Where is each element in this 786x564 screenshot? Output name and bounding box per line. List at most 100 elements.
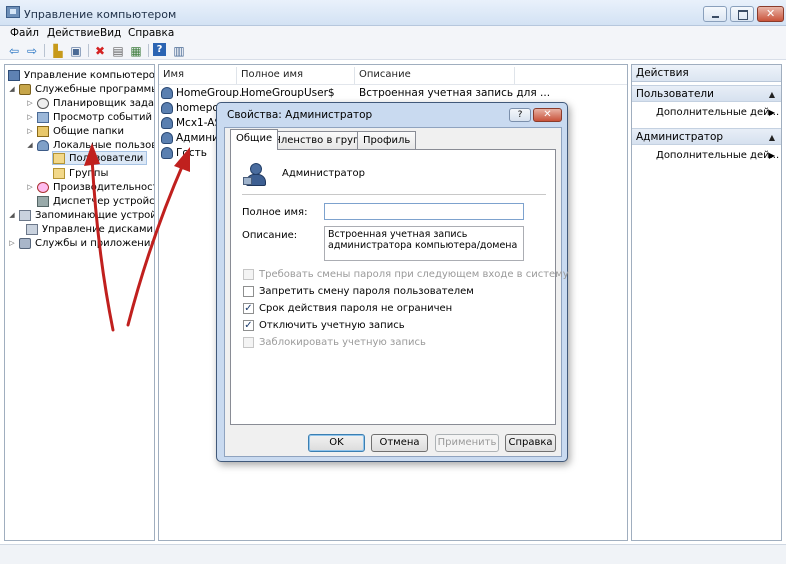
maximize-button[interactable] <box>730 6 754 22</box>
user-name-heading: Администратор <box>282 168 365 179</box>
tools-icon <box>19 83 31 95</box>
checkbox-box <box>243 269 254 280</box>
expand-toggle-icon[interactable]: ▷ <box>26 127 34 135</box>
submenu-arrow-icon: ▶ <box>768 151 775 160</box>
ok-button[interactable]: OK <box>308 434 365 452</box>
menu-action[interactable]: Действие <box>47 27 100 39</box>
delete-icon[interactable]: ✖ <box>92 43 108 58</box>
close-button[interactable] <box>757 6 784 22</box>
actions-header: Действия <box>632 65 781 82</box>
description-field[interactable]: Встроенная учетная запись администратора… <box>324 226 524 261</box>
tree-item-computer-management[interactable]: Управление компьютером (л <box>8 68 154 82</box>
tree-item-local-users[interactable]: ◢ Локальные пользовате <box>26 138 154 152</box>
cancel-button[interactable]: Отмена <box>371 434 428 452</box>
help-button[interactable]: Справка <box>505 434 556 452</box>
collapse-icon[interactable]: ▲ <box>769 90 775 99</box>
submenu-arrow-icon: ▶ <box>768 108 775 117</box>
dialog-help-button[interactable]: ? <box>509 108 531 122</box>
expand-toggle-icon[interactable]: ▷ <box>26 99 34 107</box>
expand-toggle-icon[interactable]: ▷ <box>8 239 16 247</box>
checkbox-box <box>243 337 254 348</box>
tree-item-system-tools[interactable]: ◢ Служебные программы <box>8 82 154 96</box>
tree-item-users[interactable]: Пользователи <box>52 151 148 165</box>
toolbar-separator <box>88 44 89 57</box>
expand-toggle-icon[interactable]: ▷ <box>26 113 34 121</box>
list-item[interactable]: homepc <box>161 101 218 115</box>
tree-item-services-apps[interactable]: ▷ Службы и приложения <box>8 236 154 250</box>
tab-general[interactable]: Общие <box>230 129 279 150</box>
back-arrow-icon[interactable]: ⇦ <box>6 43 22 58</box>
collapse-icon[interactable]: ▲ <box>769 133 775 142</box>
expand-toggle-icon[interactable]: ◢ <box>8 85 16 93</box>
minimize-button[interactable] <box>703 6 727 22</box>
menu-help[interactable]: Справка <box>128 27 174 39</box>
list-cell-fullname: HomeGroupUser$ <box>241 87 335 99</box>
description-label: Описание: <box>242 230 298 241</box>
properties-icon[interactable]: ▤ <box>110 43 126 58</box>
dialog-body: Общие Членство в группах Профиль Админис… <box>224 127 569 457</box>
actions-section-users[interactable]: Пользователи ▲ <box>632 85 781 102</box>
properties-dialog: Свойства: Администратор ? ✕ Общие Членст… <box>216 102 569 462</box>
user-icon <box>161 102 173 114</box>
computer-management-icon <box>6 6 20 18</box>
menu-view[interactable]: Вид <box>100 27 121 39</box>
tree-item-disk-management[interactable]: Управление дисками <box>26 222 153 236</box>
dialog-close-button[interactable]: ✕ <box>533 108 562 122</box>
user-icon <box>161 132 173 144</box>
performance-icon <box>37 181 49 193</box>
tree-item-storage[interactable]: ◢ Запоминающие устройст <box>8 208 154 222</box>
column-header-description[interactable]: Описание <box>355 67 515 84</box>
tab-profile[interactable]: Профиль <box>357 131 417 149</box>
folder-icon <box>53 152 65 164</box>
checkbox-box <box>243 286 254 297</box>
require-password-change-checkbox[interactable]: Требовать смены пароля при следующем вхо… <box>243 268 569 281</box>
tree-item-groups[interactable]: Группы <box>53 166 108 180</box>
expand-toggle-icon[interactable]: ◢ <box>26 141 34 149</box>
account-locked-checkbox[interactable]: Заблокировать учетную запись <box>243 336 426 349</box>
user-account-icon <box>243 163 267 187</box>
storage-icon <box>19 209 31 221</box>
tree-item-task-scheduler[interactable]: ▷ Планировщик заданий <box>26 96 154 110</box>
apply-button[interactable]: Применить <box>435 434 499 452</box>
list-item[interactable]: HomeGroup... <box>161 86 249 100</box>
more-actions-users[interactable]: Дополнительные дей... <box>656 107 779 118</box>
prevent-password-change-checkbox[interactable]: Запретить смену пароля пользователем <box>243 285 474 298</box>
checkmark-icon: ✓ <box>243 303 254 314</box>
account-disabled-checkbox[interactable]: ✓ Отключить учетную запись <box>243 319 405 332</box>
disk-icon <box>26 223 38 235</box>
list-cell-description: Встроенная учетная запись для ... <box>359 87 551 99</box>
menu-file[interactable]: Файл <box>10 27 39 39</box>
tree-item-shared-folders[interactable]: ▷ Общие папки <box>26 124 124 138</box>
more-actions-administrator[interactable]: Дополнительные дей... <box>656 150 779 161</box>
clock-icon <box>37 97 49 109</box>
column-header-fullname[interactable]: Полное имя <box>237 67 355 84</box>
actions-section-administrator[interactable]: Администратор ▲ <box>632 128 781 145</box>
dialog-title: Свойства: Администратор <box>227 109 373 121</box>
actions-pane: Действия Пользователи ▲ Дополнительные д… <box>631 64 782 541</box>
list-item[interactable]: Гость <box>161 146 207 160</box>
forward-arrow-icon[interactable]: ⇨ <box>24 43 40 58</box>
window-title: Управление компьютером <box>24 8 177 21</box>
folder-icon <box>53 167 65 179</box>
toggle-pane-icon[interactable]: ▥ <box>171 43 187 58</box>
expand-toggle-icon[interactable]: ▷ <box>26 183 34 191</box>
user-icon <box>161 87 173 99</box>
help-icon[interactable]: ? <box>153 43 166 56</box>
tree-item-device-manager[interactable]: Диспетчер устройств <box>37 194 154 208</box>
show-hide-tree-icon[interactable]: ▣ <box>68 43 84 58</box>
console-tree: Управление компьютером (л ◢ Служебные пр… <box>4 64 155 541</box>
toolbar-separator <box>44 44 45 57</box>
services-icon <box>19 237 31 249</box>
shared-folder-icon <box>37 125 49 137</box>
toolbar-separator <box>148 44 149 57</box>
export-icon[interactable]: ▦ <box>128 43 144 58</box>
tree-item-performance[interactable]: ▷ Производительность <box>26 180 154 194</box>
up-folder-icon[interactable]: ▙ <box>50 43 66 58</box>
computer-icon <box>8 69 20 81</box>
checkmark-icon: ✓ <box>243 320 254 331</box>
expand-toggle-icon[interactable]: ◢ <box>8 211 16 219</box>
tree-item-event-viewer[interactable]: ▷ Просмотр событий <box>26 110 152 124</box>
column-header-name[interactable]: Имя <box>159 67 237 84</box>
fullname-field[interactable] <box>324 203 524 220</box>
password-never-expires-checkbox[interactable]: ✓ Срок действия пароля не ограничен <box>243 302 452 315</box>
